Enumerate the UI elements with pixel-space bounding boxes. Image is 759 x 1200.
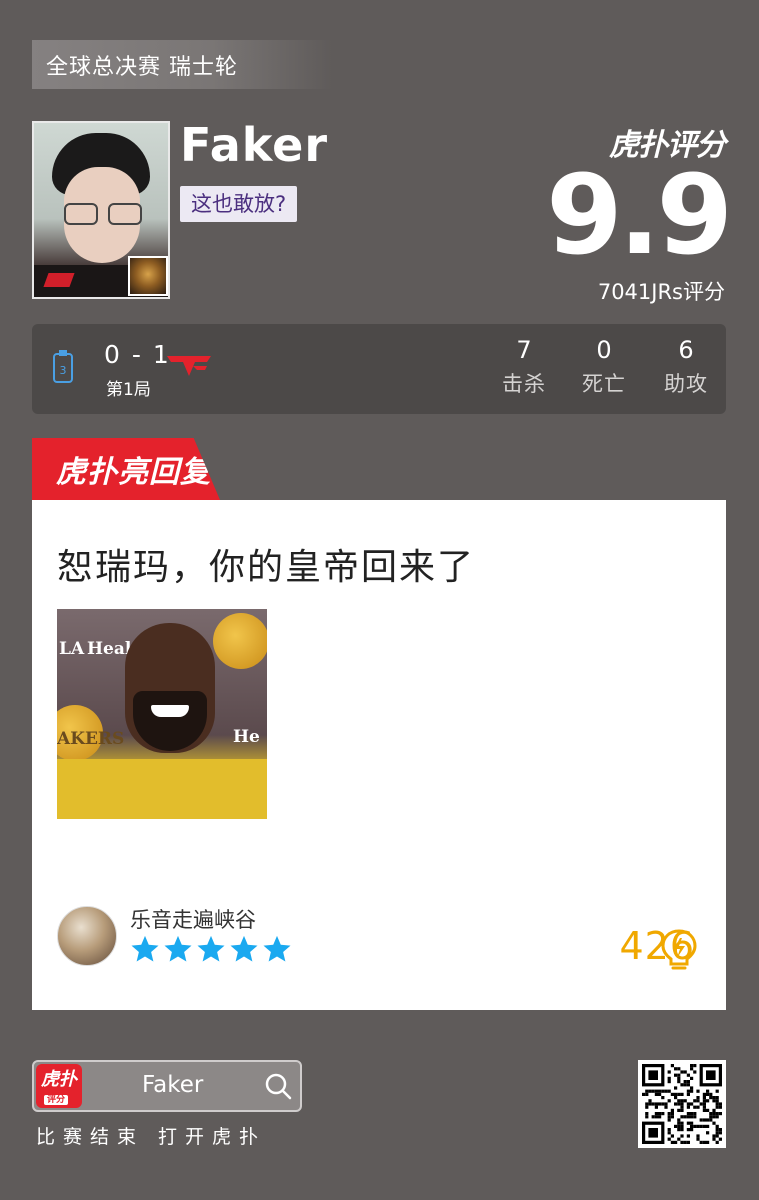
open-app-cta[interactable]: 比赛结束 打开虎扑 bbox=[36, 1122, 266, 1149]
rating-count: 7041JRs评分 bbox=[597, 280, 725, 304]
qr-code-pattern bbox=[642, 1064, 722, 1144]
app-icon-text: 虎扑 bbox=[41, 1069, 77, 1090]
stat-assists: 6 助攻 bbox=[651, 336, 721, 398]
team-a-logo-icon: 3 bbox=[53, 350, 73, 383]
star-icon bbox=[131, 935, 159, 962]
app-icon-sub: 评分 bbox=[44, 1095, 69, 1105]
highlight-tab: 虎扑亮回复 bbox=[32, 438, 220, 500]
comment-image[interactable]: LA Healt AKERS He bbox=[57, 609, 267, 819]
commenter-rating-stars bbox=[130, 934, 292, 964]
search-query-text[interactable]: Faker bbox=[142, 1072, 203, 1098]
comment-text: 恕瑞玛，你的皇帝回来了 bbox=[57, 547, 476, 588]
star-icon bbox=[263, 935, 291, 962]
stat-deaths: 0 死亡 bbox=[569, 336, 639, 398]
app-icon[interactable]: 虎扑 评分 bbox=[36, 1064, 82, 1108]
image-sign-1: LA bbox=[59, 639, 85, 659]
stat-deaths-value: 0 bbox=[596, 336, 612, 364]
match-score: 0 - 1 bbox=[104, 340, 171, 369]
champion-icon bbox=[128, 256, 168, 296]
rating-score: 9.9 bbox=[546, 151, 733, 279]
stat-kills-value: 7 bbox=[516, 336, 532, 364]
svg-text:3: 3 bbox=[60, 364, 67, 377]
stat-assists-value: 6 bbox=[678, 336, 694, 364]
stat-deaths-label: 死亡 bbox=[582, 372, 626, 396]
stat-kills-label: 击杀 bbox=[502, 372, 546, 396]
lightbulb-icon[interactable] bbox=[659, 928, 699, 972]
star-icon bbox=[230, 935, 258, 962]
qr-code[interactable] bbox=[638, 1060, 726, 1148]
star-icon bbox=[197, 935, 225, 962]
player-name: Faker bbox=[180, 118, 329, 172]
event-title: 全球总决赛 瑞士轮 bbox=[46, 54, 238, 80]
team-b-logo-icon bbox=[167, 356, 211, 376]
image-sign-3: AKERS bbox=[57, 729, 125, 749]
stat-kills: 7 击杀 bbox=[489, 336, 559, 398]
commenter-name[interactable]: 乐音走遍峡谷 bbox=[130, 904, 256, 934]
stat-assists-label: 助攻 bbox=[664, 372, 708, 396]
image-sign-4: He bbox=[233, 727, 260, 747]
search-icon[interactable] bbox=[264, 1072, 292, 1100]
star-icon bbox=[164, 935, 192, 962]
event-banner: 全球总决赛 瑞士轮 bbox=[32, 40, 332, 89]
player-tag: 这也敢放? bbox=[180, 186, 298, 222]
game-number: 第1局 bbox=[106, 380, 151, 400]
commenter-avatar[interactable] bbox=[57, 906, 117, 966]
